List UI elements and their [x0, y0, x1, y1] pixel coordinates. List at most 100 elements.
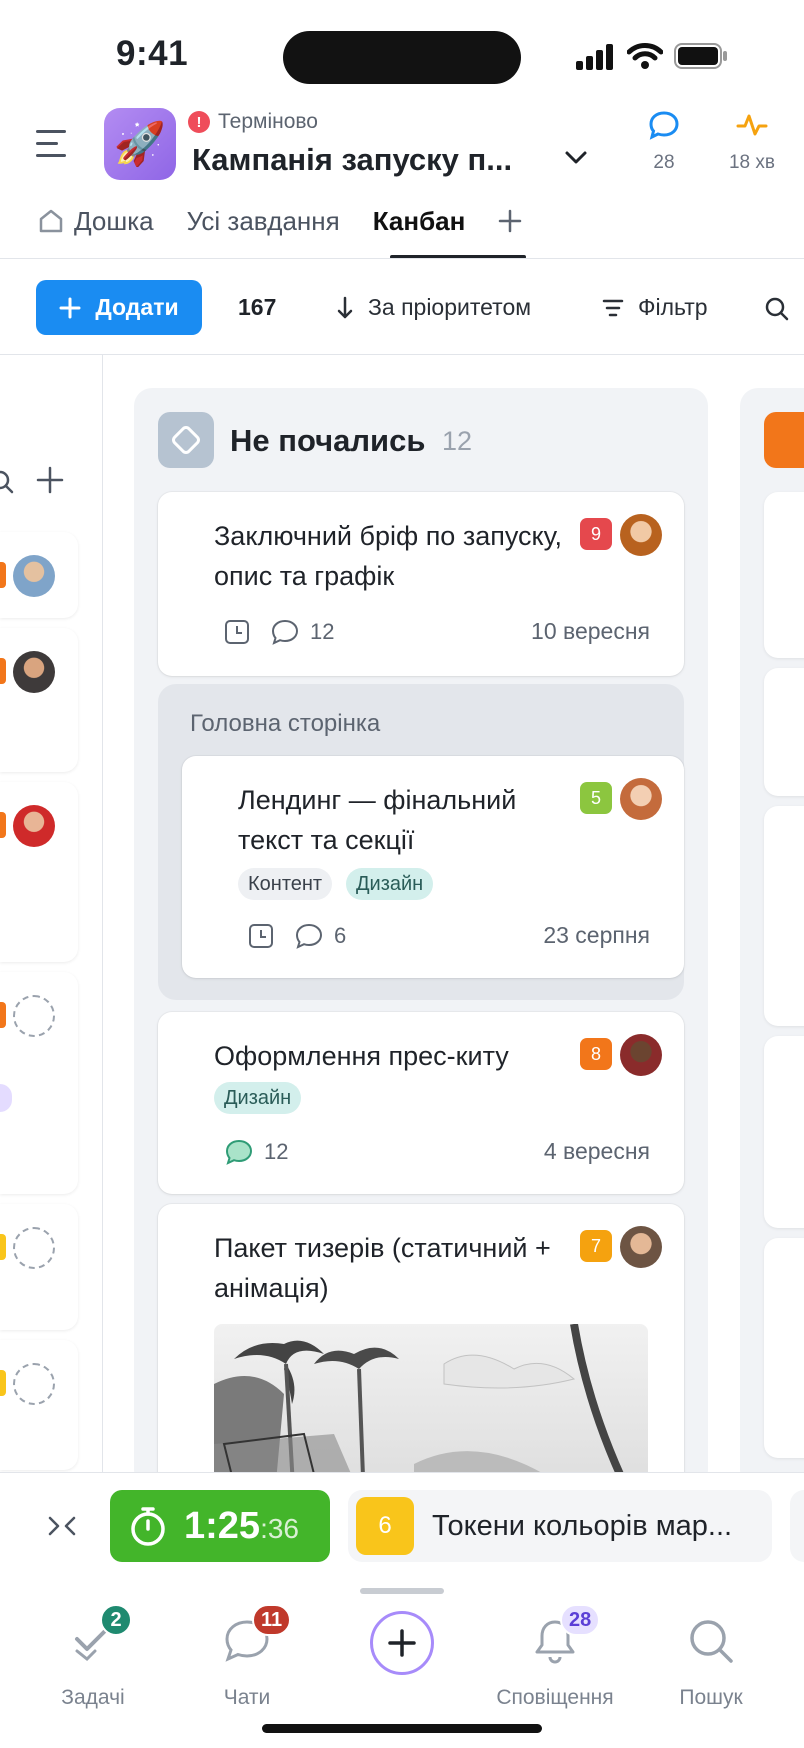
alert-icon: ! — [188, 111, 210, 133]
chevron-down-icon[interactable] — [564, 150, 588, 171]
dynamic-island — [283, 31, 521, 84]
activity-stat[interactable]: 18 хв — [710, 108, 794, 174]
tab-label: Дошка — [74, 205, 154, 236]
arrow-down-icon — [337, 296, 353, 318]
tabbar-search[interactable]: Пошук — [646, 1610, 776, 1710]
clock-icon — [225, 620, 249, 644]
search-icon[interactable] — [764, 296, 790, 327]
list-item[interactable] — [764, 1036, 804, 1228]
task-card[interactable]: Оформлення прес-киту 8 Дизайн 12 4 верес… — [158, 1012, 684, 1194]
avatar[interactable] — [620, 1034, 662, 1076]
tag-chip — [0, 1084, 12, 1112]
add-button[interactable]: Додати — [36, 280, 202, 335]
unassigned-avatar-icon[interactable] — [13, 1227, 55, 1269]
create-button[interactable] — [370, 1611, 434, 1675]
card-meta: 12 — [224, 1138, 288, 1166]
card-meta: 12 — [224, 618, 334, 646]
tab-kanban[interactable]: Канбан — [373, 206, 466, 237]
wifi-icon — [626, 42, 664, 75]
comment-icon — [271, 619, 299, 645]
comments-stat[interactable]: 28 — [622, 108, 706, 174]
chats-badge: 11 — [252, 1604, 292, 1636]
search-icon[interactable] — [0, 470, 14, 503]
project-avatar[interactable]: 🚀 — [104, 108, 176, 180]
pulse-icon — [710, 108, 794, 142]
avatar[interactable] — [620, 514, 662, 556]
clock-icon — [249, 924, 273, 948]
timer-time: 1:25 — [184, 1504, 261, 1547]
divider — [0, 354, 804, 355]
stopwatch-icon — [131, 1507, 165, 1546]
divider — [0, 258, 804, 259]
card-title: Заключний бріф по запуску, опис та графі… — [214, 521, 562, 591]
comment-count: 12 — [264, 1139, 289, 1164]
priority-badge: 7 — [580, 1230, 612, 1262]
task-card[interactable]: Лендинг — фінальний текст та секції 5 Ко… — [182, 756, 684, 978]
card-title: Лендинг — фінальний текст та секції — [238, 785, 517, 855]
priority-marker — [0, 1234, 6, 1260]
drag-handle[interactable] — [360, 1588, 444, 1594]
tab-all-tasks[interactable]: Усі завдання — [187, 206, 340, 237]
avatar[interactable] — [620, 1226, 662, 1268]
home-indicator — [262, 1724, 542, 1733]
priority-badge: 8 — [580, 1038, 612, 1070]
battery-icon — [674, 43, 728, 74]
task-card[interactable]: Заключний бріф по запуску, опис та графі… — [158, 492, 684, 676]
card-title: Оформлення прес-киту — [214, 1041, 509, 1071]
list-item[interactable] — [764, 668, 804, 796]
column-title: Не почались — [230, 423, 426, 458]
plus-icon — [59, 297, 81, 318]
tabbar-tasks[interactable]: 2 Задачі — [28, 1604, 158, 1710]
current-task-chip[interactable]: 6 Токени кольорів мар... — [348, 1490, 772, 1562]
comments-count: 28 — [653, 152, 675, 173]
collapse-icon[interactable] — [46, 1512, 78, 1545]
priority-marker — [0, 812, 6, 838]
filter-button[interactable]: Фільтр — [602, 294, 708, 321]
filter-label: Фільтр — [638, 294, 708, 320]
timer-button[interactable]: 1:25:36 — [110, 1490, 330, 1562]
tabbar-label: Чати — [223, 1686, 271, 1709]
comment-icon — [225, 1139, 253, 1165]
tab-label: Канбан — [372, 205, 466, 236]
list-item[interactable] — [764, 806, 804, 1026]
tag-content: Контент — [238, 868, 333, 900]
due-date: 23 серпня — [543, 922, 650, 948]
column-count: 12 — [442, 426, 473, 456]
list-item[interactable] — [764, 1238, 804, 1458]
card-meta: 6 — [248, 922, 346, 950]
project-title[interactable]: Кампанія запуску п... — [192, 142, 512, 178]
tab-label: Усі завдання — [186, 205, 340, 236]
list-item[interactable] — [0, 628, 78, 772]
tabbar-chats[interactable]: 11 Чати — [182, 1604, 312, 1710]
card-title: Пакет тизерів (статичний + анімація) — [214, 1233, 551, 1303]
add-tab-button[interactable] — [498, 209, 522, 233]
list-item[interactable] — [0, 532, 78, 618]
comment-icon — [295, 923, 323, 949]
plus-icon[interactable] — [36, 466, 64, 499]
list-item[interactable] — [764, 492, 804, 658]
sort-button[interactable]: За пріоритетом — [336, 294, 531, 321]
list-item[interactable] — [0, 1204, 78, 1330]
timer-seconds: :36 — [260, 1512, 299, 1544]
comment-count: 12 — [310, 619, 335, 644]
group-title: Головна сторінка — [190, 710, 381, 737]
home-icon — [39, 209, 63, 233]
avatar[interactable] — [620, 778, 662, 820]
avatar — [13, 651, 55, 693]
next-task-chip[interactable] — [790, 1490, 804, 1562]
unassigned-avatar-icon[interactable] — [13, 1363, 55, 1405]
list-item[interactable] — [0, 1340, 78, 1470]
tab-board[interactable]: Дошка — [38, 206, 154, 237]
urgency-label: Терміново — [218, 110, 318, 133]
unassigned-avatar-icon[interactable] — [13, 995, 55, 1037]
tabbar-label: Задачі — [61, 1686, 125, 1709]
tabbar-label: Пошук — [679, 1686, 743, 1709]
tabbar-notifications[interactable]: 28 Сповіщення — [490, 1604, 620, 1710]
menu-icon[interactable] — [36, 128, 68, 165]
task-card[interactable]: Пакет тизерів (статичний + анімація) 7 — [158, 1204, 684, 1504]
not-started-icon — [158, 412, 214, 468]
column-divider — [102, 355, 103, 1475]
tasks-badge: 2 — [100, 1604, 132, 1636]
list-item[interactable] — [0, 782, 78, 962]
list-item[interactable] — [0, 972, 78, 1194]
